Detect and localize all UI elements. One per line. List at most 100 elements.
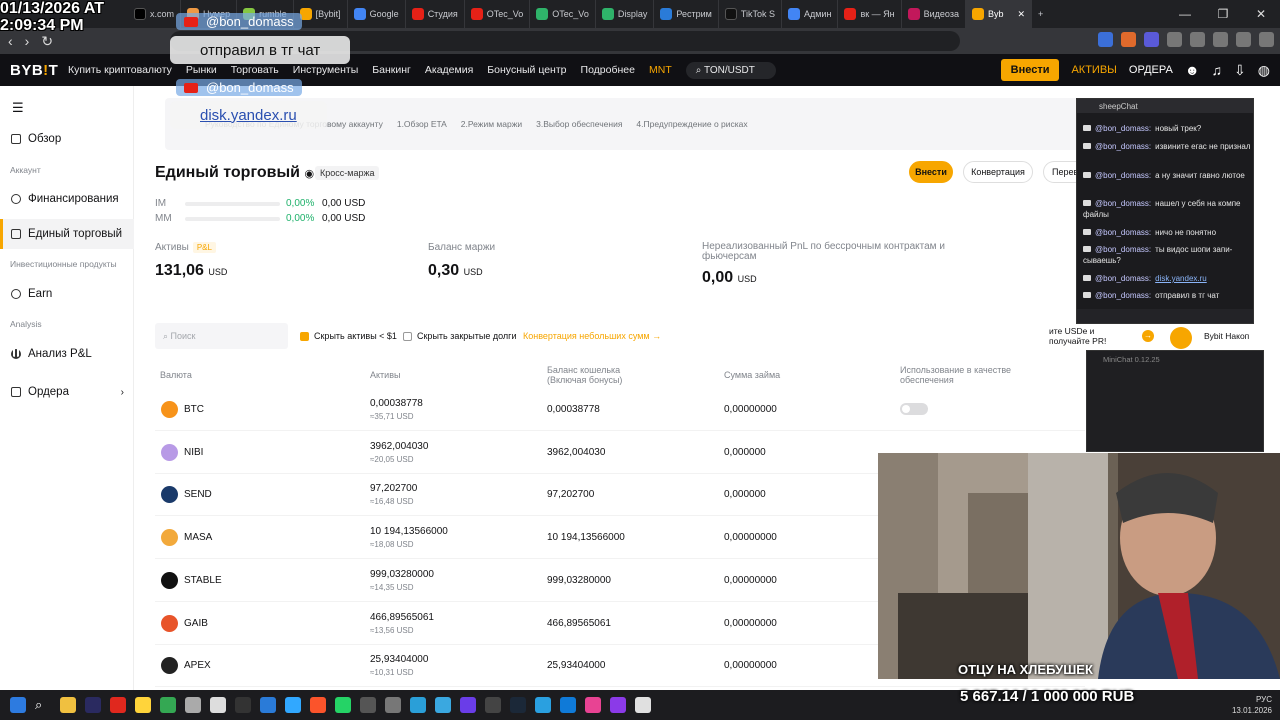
app-icon[interactable] — [610, 697, 626, 713]
nav-trade[interactable]: Торговать — [231, 64, 279, 76]
guide-step[interactable]: 4.Предупреждение о рисках — [636, 119, 747, 129]
nav-tools[interactable]: Инструменты — [293, 64, 358, 76]
menu-icon[interactable] — [1259, 32, 1274, 47]
browser-tab[interactable]: Видеоза — [902, 0, 966, 28]
back-icon[interactable]: ‹ — [8, 33, 13, 49]
sidebar-item-funding[interactable]: Финансирования — [0, 184, 134, 214]
app-icon[interactable] — [485, 697, 501, 713]
sidebar-item-orders[interactable]: Ордера › — [0, 377, 134, 407]
convert-button[interactable]: Конвертация — [963, 161, 1033, 183]
app-icon[interactable] — [635, 697, 651, 713]
brave-icon[interactable] — [310, 697, 326, 713]
assets-menu[interactable]: АКТИВЫ — [1071, 64, 1116, 76]
sidebar-icon[interactable] — [1190, 32, 1205, 47]
search-input[interactable]: ⌕ Поиск — [155, 323, 288, 349]
app-icon[interactable] — [185, 697, 201, 713]
yandex-icon[interactable] — [110, 697, 126, 713]
minimize-icon[interactable]: — — [1166, 0, 1204, 28]
col-assets[interactable]: Активы — [370, 370, 400, 380]
shield-icon[interactable] — [1236, 32, 1251, 47]
premiere-icon[interactable] — [85, 697, 101, 713]
arrow-icon[interactable]: → — [1142, 330, 1154, 342]
browser-tab[interactable]: x.com — [128, 0, 182, 28]
bybit-logo[interactable]: BYB!T — [10, 62, 66, 79]
edge-icon[interactable] — [560, 697, 576, 713]
download-icon[interactable]: ⇩ — [1234, 62, 1246, 79]
steam-icon[interactable] — [510, 697, 526, 713]
guide-step[interactable]: 2.Режим маржи — [461, 119, 522, 129]
browser-tab-active[interactable]: Byb ✕ — [965, 0, 1033, 28]
convert-small-link[interactable]: Конвертация небольших сумм → — [523, 331, 661, 341]
nav-buy-crypto[interactable]: Купить криптовалюту — [68, 64, 172, 76]
guide-step[interactable]: 1.Обзор ETA — [397, 119, 447, 129]
telegram-icon[interactable] — [435, 697, 451, 713]
yandex-browser-icon[interactable] — [135, 697, 151, 713]
browser-tab[interactable]: [Bybit] — [294, 0, 348, 28]
nav-banking[interactable]: Банкинг — [372, 64, 411, 76]
browser-tab[interactable]: Google — [348, 0, 406, 28]
app-icon[interactable] — [235, 697, 251, 713]
app-icon[interactable] — [210, 697, 226, 713]
nav-mnt[interactable]: MNT — [649, 64, 672, 76]
checkbox-unchecked[interactable] — [403, 331, 412, 341]
app-icon[interactable] — [260, 697, 276, 713]
browser-tab[interactable]: OTec_Vo — [465, 0, 531, 28]
browser-tab[interactable]: TikTok S — [719, 0, 782, 28]
chat-text[interactable]: disk.yandex.ru — [1155, 274, 1207, 283]
promo-banner[interactable]: ите USDe и получайте PR! → Bybit Накоп — [1046, 324, 1280, 350]
pnl-chip[interactable]: P&L — [192, 242, 216, 253]
sidebar-item-unified[interactable]: Единый торговый — [0, 219, 134, 249]
col-loan[interactable]: Сумма займа — [724, 370, 780, 380]
browser-tab[interactable]: OTec_Vo — [530, 0, 596, 28]
extension-icon[interactable] — [1098, 32, 1113, 47]
puzzle-icon[interactable] — [1167, 32, 1182, 47]
maximize-icon[interactable]: ❐ — [1204, 0, 1242, 28]
avatar-icon[interactable]: ☻ — [1185, 62, 1200, 78]
nav-more[interactable]: Подробнее — [581, 64, 635, 76]
sidebar-item-overview[interactable]: Обзор — [0, 124, 134, 154]
sidebar-item-earn[interactable]: Earn — [0, 279, 134, 309]
collapse-menu-icon[interactable]: ☰ — [12, 100, 24, 116]
bell-icon[interactable]: ♫ — [1212, 62, 1223, 78]
new-tab-button[interactable]: + — [1032, 0, 1049, 28]
windows-start-icon[interactable] — [10, 697, 26, 713]
browser-tab[interactable]: Студия — [406, 0, 465, 28]
col-wallet[interactable]: Баланс кошелька — [547, 365, 620, 375]
sidebar-item-pnl[interactable]: Анализ P&L — [0, 339, 134, 369]
browser-tab[interactable]: Рестрим — [654, 0, 719, 28]
pair-search[interactable]: ⌕ TON/USDT — [685, 61, 776, 79]
obs-icon[interactable] — [360, 697, 376, 713]
hide-closed-checkbox[interactable]: Скрыть закрытые долги — [403, 331, 516, 341]
app-icon[interactable] — [410, 697, 426, 713]
header-deposit-button[interactable]: Внести — [1000, 59, 1060, 81]
photoshop-icon[interactable] — [285, 697, 301, 713]
guide-step[interactable]: 3.Выбор обеспечения — [536, 119, 622, 129]
cross-margin-badge[interactable]: Кросс-маржа — [315, 166, 380, 180]
app-icon[interactable] — [335, 697, 351, 713]
browser-tab[interactable]: вк — Ян — [838, 0, 902, 28]
app-icon[interactable] — [585, 697, 601, 713]
orders-menu[interactable]: ОРДЕРА — [1129, 64, 1173, 76]
explorer-icon[interactable] — [60, 697, 76, 713]
col-collateral[interactable]: Использование в качестве обеспечения — [900, 365, 1060, 385]
close-icon[interactable]: ✕ — [1242, 0, 1280, 28]
forward-icon[interactable]: › — [25, 33, 30, 49]
system-tray[interactable]: РУС 13.01.2026 — [1232, 694, 1272, 716]
browser-tab[interactable]: Display — [596, 0, 655, 28]
deposit-button[interactable]: Внести — [909, 161, 953, 183]
close-tab-icon[interactable]: ✕ — [1017, 9, 1025, 20]
collateral-toggle[interactable] — [900, 403, 928, 415]
nav-academy[interactable]: Академия — [425, 64, 473, 76]
checkbox-checked[interactable] — [300, 331, 309, 341]
app-icon[interactable] — [385, 697, 401, 713]
col-currency[interactable]: Валюта — [160, 370, 192, 380]
extension-icon[interactable] — [1144, 32, 1159, 47]
browser-tab[interactable]: Админ — [782, 0, 839, 28]
table-row[interactable]: BTC 0,00038778 ≈35,71 USD 0,00038778 0,00000… — [155, 389, 1085, 431]
app-icon[interactable] — [460, 697, 476, 713]
eye-icon[interactable]: ◉ — [304, 168, 314, 180]
globe-icon[interactable]: ◍ — [1258, 62, 1270, 79]
search-icon[interactable]: ⌕ — [35, 697, 51, 713]
wallet-icon[interactable] — [1213, 32, 1228, 47]
nav-markets[interactable]: Рынки — [186, 64, 217, 76]
